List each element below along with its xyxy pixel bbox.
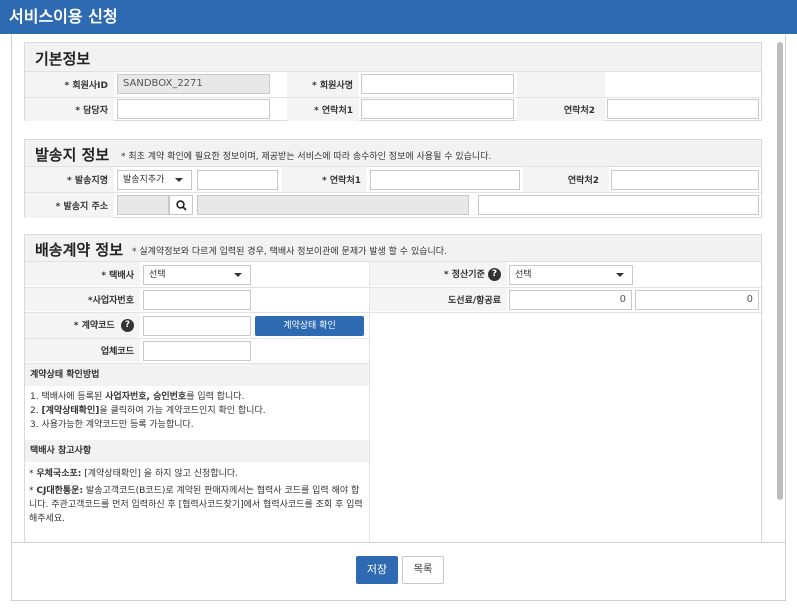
company-code-label: 업체코드 xyxy=(100,347,134,357)
biz-no-label: *사업자번호 xyxy=(87,296,134,306)
question-icon[interactable]: ? xyxy=(121,319,134,332)
settle-select[interactable]: 선택 xyxy=(509,265,633,285)
sender-name-select[interactable]: 발송지추가 xyxy=(117,170,192,190)
carrier-note: * 우체국소포: [계약상태확인] 을 하지 않고 신청합니다. xyxy=(29,469,239,479)
window-title: 서비스이용 신청 xyxy=(0,0,797,34)
sender-address-label: * 발송지 주소 xyxy=(55,202,108,212)
zipcode-field xyxy=(117,195,169,215)
member-id-label-cell: * 회원사ID xyxy=(25,72,114,97)
sender-info-note: * 최초 계약 확인에 필요한 정보이며, 제공받는 서비스에 따라 송수하인 … xyxy=(121,152,492,162)
contract-code-label: * 계약코드 xyxy=(73,321,115,331)
sender-name-select-value: 발송지추가 xyxy=(123,175,165,185)
search-icon xyxy=(176,200,187,211)
contact2-label: 연락처2 xyxy=(563,106,595,116)
settle-label: * 정산기준 xyxy=(443,270,485,280)
member-name-label: * 회원사명 xyxy=(312,81,353,91)
sender-name-input[interactable] xyxy=(197,170,278,190)
scrollbar[interactable] xyxy=(777,42,783,500)
sender-contact2-label: 연락처2 xyxy=(567,176,599,186)
method-line: 3. 사용가능한 계약코드만 등록 가능합니다. xyxy=(30,420,194,430)
row-divider xyxy=(370,312,763,313)
contact1-label-cell: * 연락처1 xyxy=(287,98,359,121)
member-id-field: SANDBOX_2271 xyxy=(117,74,270,94)
method-line: 2. [계약상태확인]을 클릭하여 가능 계약코드인지 확인 합니다. xyxy=(30,406,266,416)
contract-code-label-cell: * 계약코드 ? xyxy=(25,313,140,338)
fare-label: 도선료/항공료 xyxy=(448,296,501,306)
sender-name-label: * 발송지명 xyxy=(67,176,108,186)
sender-contact1-label-cell: * 연락처1 xyxy=(281,167,367,192)
contract-info-header: 배송계약 정보 * 실계약정보와 다르게 입력된 경우, 택배사 정보이관에 문… xyxy=(25,235,761,262)
row-divider xyxy=(25,97,763,98)
basic-info-section: 기본정보 * 회원사ID SANDBOX_2271 * 회원사명 * 담당자 *… xyxy=(24,42,763,121)
sender-contact2-input[interactable] xyxy=(611,170,759,190)
company-code-label-cell: 업체코드 xyxy=(25,339,140,362)
row-divider xyxy=(25,192,763,193)
member-name-label-cell: * 회원사명 xyxy=(287,72,359,97)
manager-input[interactable] xyxy=(117,99,270,119)
basic-info-header: 기본정보 xyxy=(25,43,761,72)
carrier-notes-list: * 우체국소포: [계약상태확인] 을 하지 않고 신청합니다. * CJ대한통… xyxy=(29,467,367,526)
biz-no-input[interactable] xyxy=(143,290,251,310)
contract-status-check-button[interactable]: 계약상태 확인 xyxy=(255,316,364,336)
settle-select-value: 선택 xyxy=(515,270,532,280)
footer-bar xyxy=(11,542,786,601)
sender-contact1-input[interactable] xyxy=(370,170,520,190)
fare-input-2[interactable]: 0 xyxy=(635,290,759,310)
chevron-down-icon xyxy=(234,273,242,277)
manager-label: * 담당자 xyxy=(75,106,108,116)
fare-label-cell: 도선료/항공료 xyxy=(370,288,507,311)
member-name-input[interactable] xyxy=(361,74,514,94)
contract-info-title: 배송계약 정보 xyxy=(35,241,124,259)
carrier-select-value: 선택 xyxy=(149,270,166,280)
contract-info-note: * 실계약정보와 다르게 입력된 경우, 택배사 정보이관에 문제가 발생 할 … xyxy=(132,247,447,257)
method-line: 1. 택배사에 등록된 사업자번호, 승인번호를 입력 합니다. xyxy=(30,392,245,402)
sender-contact1-label: * 연락처1 xyxy=(322,176,361,186)
address-search-button[interactable] xyxy=(169,195,193,215)
sender-info-title: 발송지 정보 xyxy=(35,146,110,164)
settle-label-cell: * 정산기준 ? xyxy=(370,262,507,286)
list-button[interactable]: 목록 xyxy=(402,556,444,584)
sender-info-header: 발송지 정보 * 최초 계약 확인에 필요한 정보이며, 제공받는 서비스에 따… xyxy=(25,140,761,167)
carrier-label: * 택배사 xyxy=(101,271,134,281)
carrier-select[interactable]: 선택 xyxy=(143,265,251,285)
contact1-label: * 연락처1 xyxy=(314,106,353,116)
sender-address-label-cell: * 발송지 주소 xyxy=(25,193,114,218)
sender-info-section: 발송지 정보 * 최초 계약 확인에 필요한 정보이며, 제공받는 서비스에 따… xyxy=(24,139,763,218)
member-id-label: * 회원사ID xyxy=(64,81,109,91)
method-list: 1. 택배사에 등록된 사업자번호, 승인번호를 입력 합니다. 2. [계약상… xyxy=(30,390,365,432)
company-code-input[interactable] xyxy=(143,341,251,361)
basic-info-title: 기본정보 xyxy=(35,50,91,68)
sender-contact2-label-cell: 연락처2 xyxy=(523,167,609,192)
carrier-note: * CJ대한통운: 발송고객코드(B코드)로 계약된 판매자께서는 협력사 코드… xyxy=(29,486,363,524)
carrier-label-cell: * 택배사 xyxy=(25,262,140,286)
contact2-label-cell: 연락처2 xyxy=(517,98,605,121)
save-button[interactable]: 저장 xyxy=(356,556,398,584)
chevron-down-icon xyxy=(616,273,624,277)
contact1-input[interactable] xyxy=(361,99,514,119)
question-icon[interactable]: ? xyxy=(488,268,501,281)
method-heading: 계약상태 확인방법 xyxy=(25,364,369,386)
contract-info-section: 배송계약 정보 * 실계약정보와 다르게 입력된 경우, 택배사 정보이관에 문… xyxy=(24,234,763,544)
contact2-input[interactable] xyxy=(607,99,759,119)
manager-label-cell: * 담당자 xyxy=(25,98,114,121)
biz-no-label-cell: *사업자번호 xyxy=(25,288,140,311)
chevron-down-icon xyxy=(175,178,183,182)
carrier-notes-heading: 택배사 참고사항 xyxy=(25,440,369,462)
address-field xyxy=(197,195,469,215)
fare-input-1[interactable]: 0 xyxy=(509,290,632,310)
empty-label-cell xyxy=(517,72,605,97)
address-detail-input[interactable] xyxy=(478,195,759,215)
contract-code-input[interactable] xyxy=(143,316,251,336)
sender-name-label-cell: * 발송지명 xyxy=(25,167,114,192)
